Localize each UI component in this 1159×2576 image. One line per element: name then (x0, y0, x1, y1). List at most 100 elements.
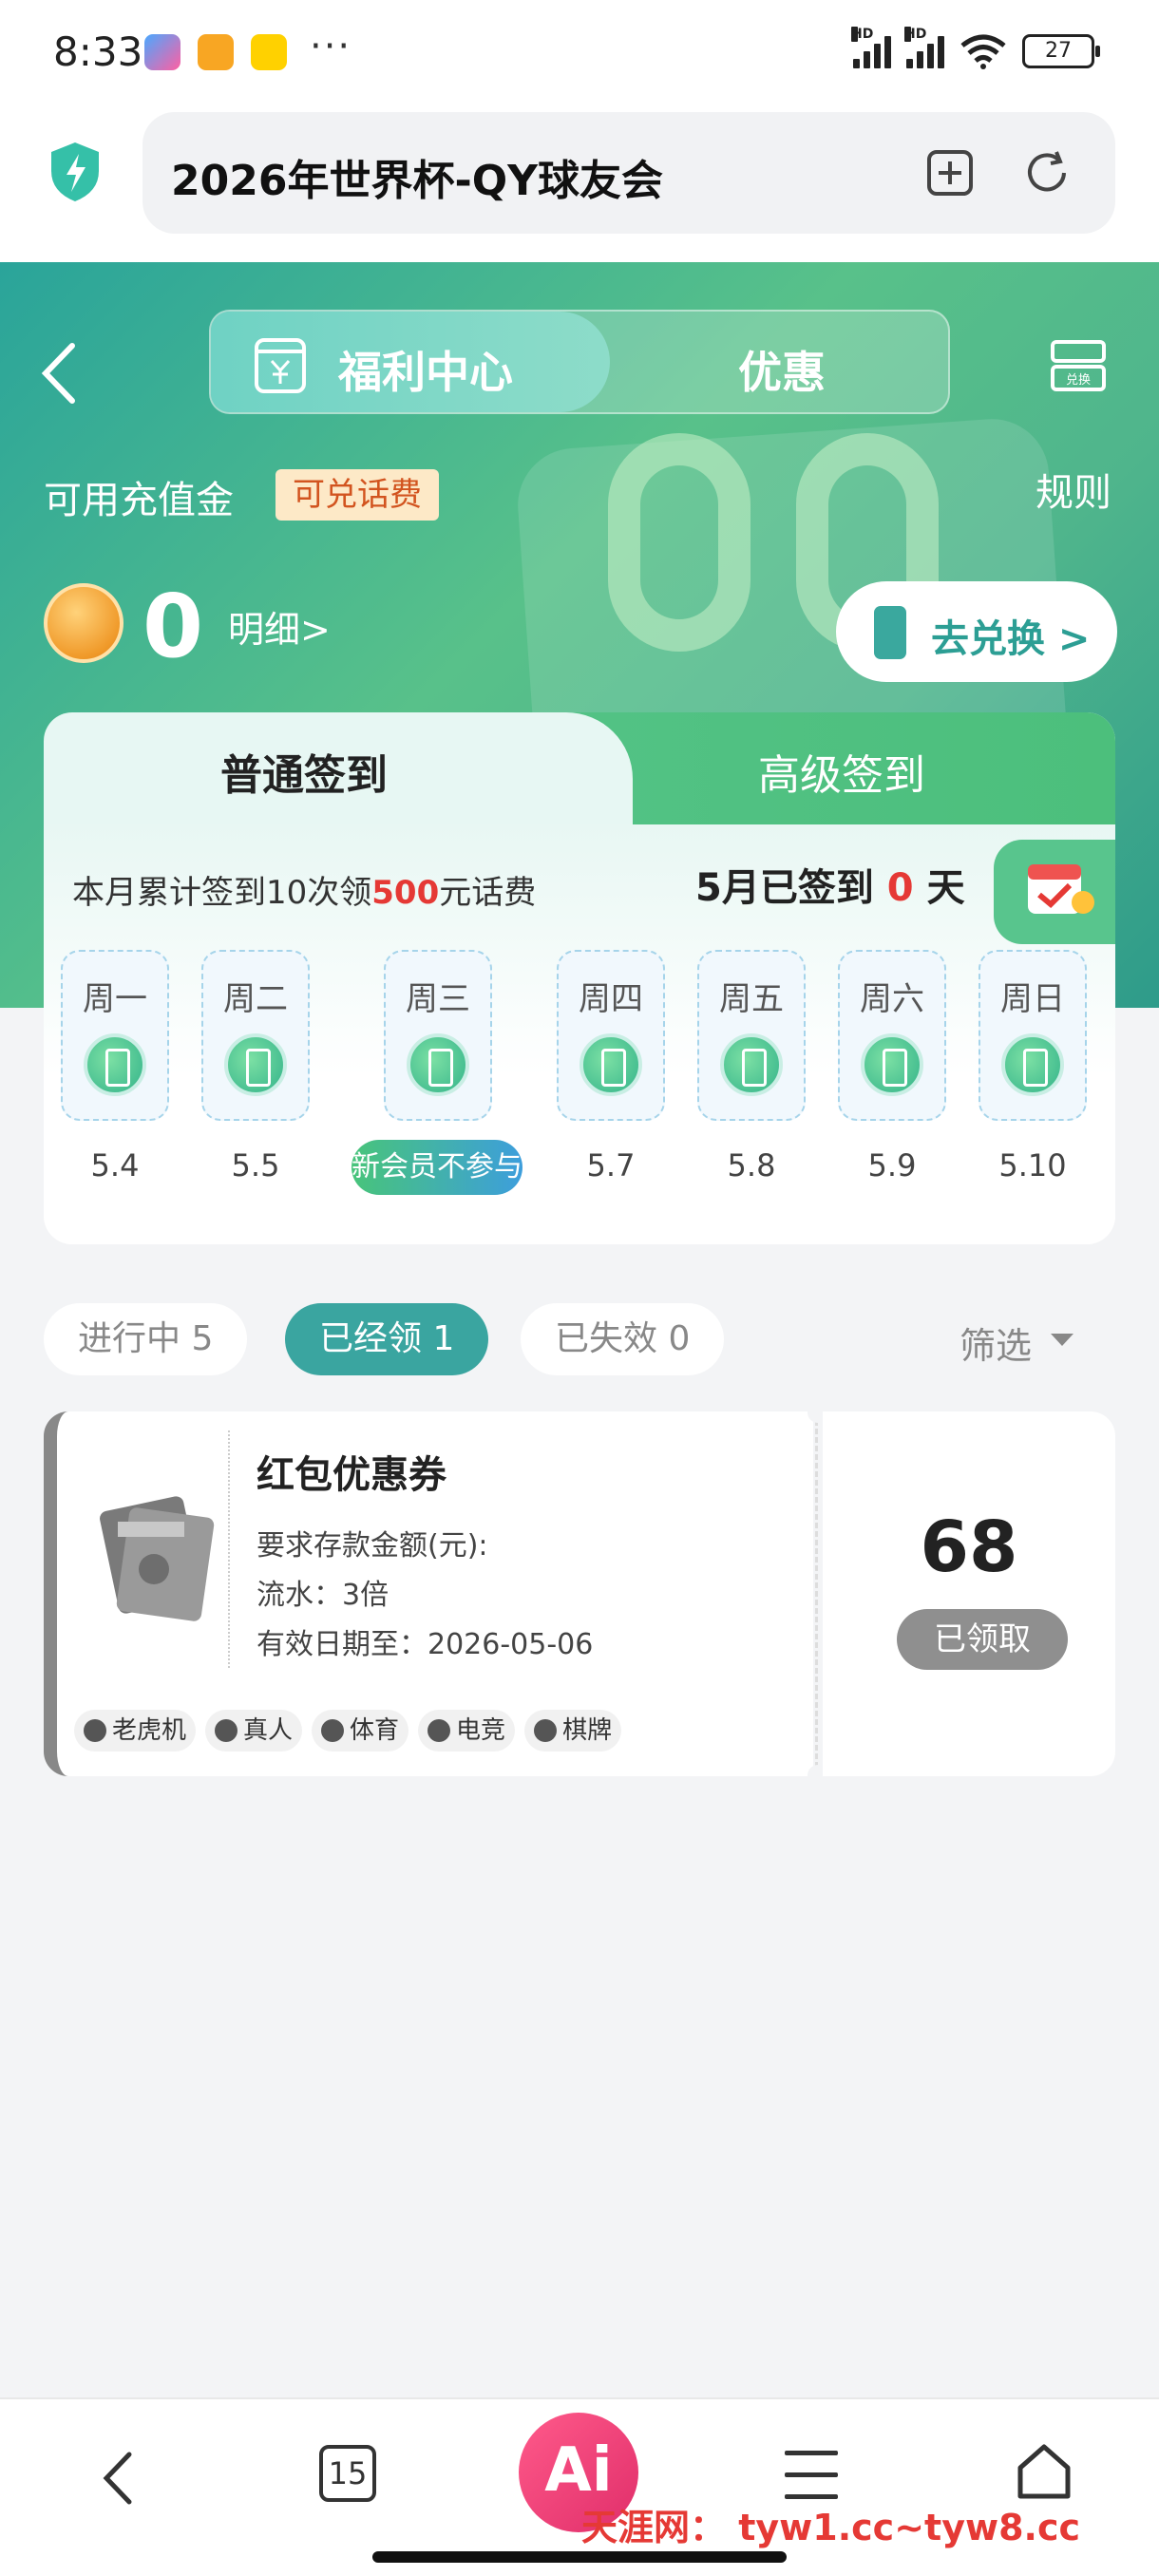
notification-icons (144, 34, 287, 70)
filter-dropdown[interactable]: 筛选 (960, 1316, 1032, 1369)
video-app-icon (144, 34, 180, 70)
hero-ring-decoration (608, 433, 750, 652)
tab-normal-label: 普通签到 (220, 751, 388, 800)
tag-chess: 棋牌 (524, 1710, 622, 1752)
day-date: 5.5 (231, 1147, 280, 1184)
filter-in-progress[interactable]: 进行中 5 (44, 1303, 248, 1375)
phone-credit-icon (580, 1033, 642, 1096)
exchange-icon[interactable]: 兑换 (1049, 338, 1108, 393)
day-cell-wed[interactable]: 周三 (384, 950, 492, 1121)
filter-claimed[interactable]: 已经领 1 (285, 1303, 489, 1375)
tag-live: 真人 (205, 1710, 303, 1752)
back-icon[interactable] (36, 340, 84, 407)
caret-down-icon[interactable] (1051, 1334, 1074, 1346)
day-name: 周六 (860, 980, 924, 1018)
url-field[interactable]: 2026年世界杯-QY球友会 (142, 112, 1115, 234)
detail-link[interactable]: 明细> (228, 600, 331, 653)
tag-label: 老虎机 (112, 1716, 187, 1745)
day-cell-mon[interactable]: 周一 (61, 950, 169, 1121)
day-cell-fri[interactable]: 周五 (697, 950, 806, 1121)
new-member-badge: 新会员不参与 (352, 1140, 522, 1195)
phone-icon (874, 606, 906, 659)
day-name: 周三 (406, 980, 470, 1018)
battery-icon: 27 (1022, 34, 1100, 68)
tabs-count-button[interactable]: 15 (319, 2445, 376, 2502)
rules-link[interactable]: 规则 (1036, 462, 1112, 517)
day-cell-sun[interactable]: 周日 (978, 950, 1087, 1121)
coupon-status-badge: 已领取 (897, 1609, 1068, 1670)
day-name: 周四 (579, 980, 643, 1018)
status-bar: 8:33 ··· HD HD 27 (0, 0, 1159, 104)
wifi-icon (960, 34, 1006, 69)
refresh-icon[interactable] (1016, 142, 1077, 203)
meituan-app-icon (251, 34, 287, 70)
day-cell-sat[interactable]: 周六 (838, 950, 946, 1121)
svg-text:兑换: 兑换 (1066, 373, 1091, 388)
tab-welfare-label: 福利中心 (338, 347, 513, 398)
coupon-divider (228, 1430, 230, 1668)
tag-esports: 电竞 (418, 1710, 516, 1752)
red-envelope-icon (100, 1496, 215, 1621)
filter-expired[interactable]: 已失效 0 (521, 1303, 725, 1375)
home-indicator[interactable] (372, 2551, 787, 2563)
menu-icon[interactable] (785, 2451, 838, 2500)
browser-address-bar: 2026年世界杯-QY球友会 (0, 104, 1159, 262)
day-date: 5.9 (867, 1147, 917, 1184)
day-name: 周二 (223, 980, 288, 1018)
slots-icon (84, 1719, 106, 1742)
coupon-turnover: 流水：3倍 (256, 1579, 390, 1612)
signin-tabs: 普通签到 高级签到 (44, 712, 1115, 824)
coupon-title: 红包优惠券 (256, 1453, 446, 1497)
tag-label: 真人 (243, 1716, 294, 1745)
tag-label: 棋牌 (562, 1716, 613, 1745)
coupon-valid-until: 有效日期至：2026-05-06 (256, 1628, 594, 1661)
tab-offers[interactable]: 优惠 (738, 338, 826, 401)
mahjong-icon (534, 1719, 558, 1742)
weekday-row: 周一 5.4 周二 5.5 周三 新会员不参与 周四 5.7 周五 5.8 周六… (44, 824, 1115, 1244)
signin-card: 普通签到 高级签到 本月累计签到10次领500元话费 5月已签到 0 天 周一 … (44, 712, 1115, 1244)
status-time: 8:33 (53, 28, 143, 75)
security-shield-icon[interactable] (48, 141, 103, 203)
phone-credit-icon (720, 1033, 783, 1096)
day-date: 5.8 (727, 1147, 776, 1184)
nav-back-icon[interactable] (95, 2445, 142, 2511)
tag-label: 电竞 (456, 1716, 506, 1745)
day-date: 5.4 (90, 1147, 140, 1184)
gamepad-icon (428, 1719, 451, 1742)
phone-credit-icon (84, 1033, 146, 1096)
balance-value: 0 (142, 576, 204, 677)
exchangeable-badge: 可兑话费 (276, 469, 439, 521)
day-name: 周日 (1000, 980, 1065, 1018)
phone-credit-icon (861, 1033, 923, 1096)
day-date: 5.10 (998, 1147, 1067, 1184)
tag-label: 体育 (350, 1716, 400, 1745)
go-exchange-button[interactable]: 去兑换 > (836, 581, 1117, 682)
coupon-tags: 老虎机 真人 体育 电竞 棋牌 (74, 1710, 622, 1752)
tab-normal-signin[interactable]: 普通签到 (44, 712, 633, 824)
bookmark-add-icon[interactable] (920, 142, 980, 203)
soccer-ball-icon (321, 1719, 345, 1742)
tab-welfare-center[interactable]: 福利中心 (211, 312, 610, 412)
tag-slots: 老虎机 (74, 1710, 197, 1752)
page-title: 2026年世界杯-QY球友会 (171, 157, 663, 205)
phone-credit-icon (224, 1033, 287, 1096)
phone-credit-icon (407, 1033, 469, 1096)
home-icon[interactable] (1015, 2441, 1074, 2502)
tag-sports: 体育 (312, 1710, 409, 1752)
day-name: 周五 (719, 980, 784, 1018)
tab-advanced-signin[interactable]: 高级签到 (758, 741, 925, 802)
coupon-card[interactable]: 红包优惠券 要求存款金额(元): 流水：3倍 有效日期至：2026-05-06 … (44, 1402, 1115, 1786)
watermark-text: 天涯网： tyw1.cc~tyw8.cc (581, 2507, 1081, 2548)
status-right: HD HD 27 (851, 27, 1100, 70)
coupon-amount-panel: 68 已领取 (823, 1411, 1115, 1776)
signal-icon-2: HD (904, 27, 944, 68)
more-notifications-icon: ··· (310, 25, 352, 68)
day-cell-tue[interactable]: 周二 (201, 950, 310, 1121)
coupon-requirement: 要求存款金额(元): (256, 1529, 488, 1563)
coin-icon (44, 583, 124, 663)
browser-bottom-nav: 15 Ai 天涯网： tyw1.cc~tyw8.cc (0, 2397, 1159, 2576)
header-tabs: 福利中心 优惠 (209, 310, 950, 414)
day-cell-thu[interactable]: 周四 (557, 950, 665, 1121)
notes-app-icon (198, 34, 234, 70)
signin-body: 本月累计签到10次领500元话费 5月已签到 0 天 周一 5.4 周二 5.5… (44, 824, 1115, 1244)
